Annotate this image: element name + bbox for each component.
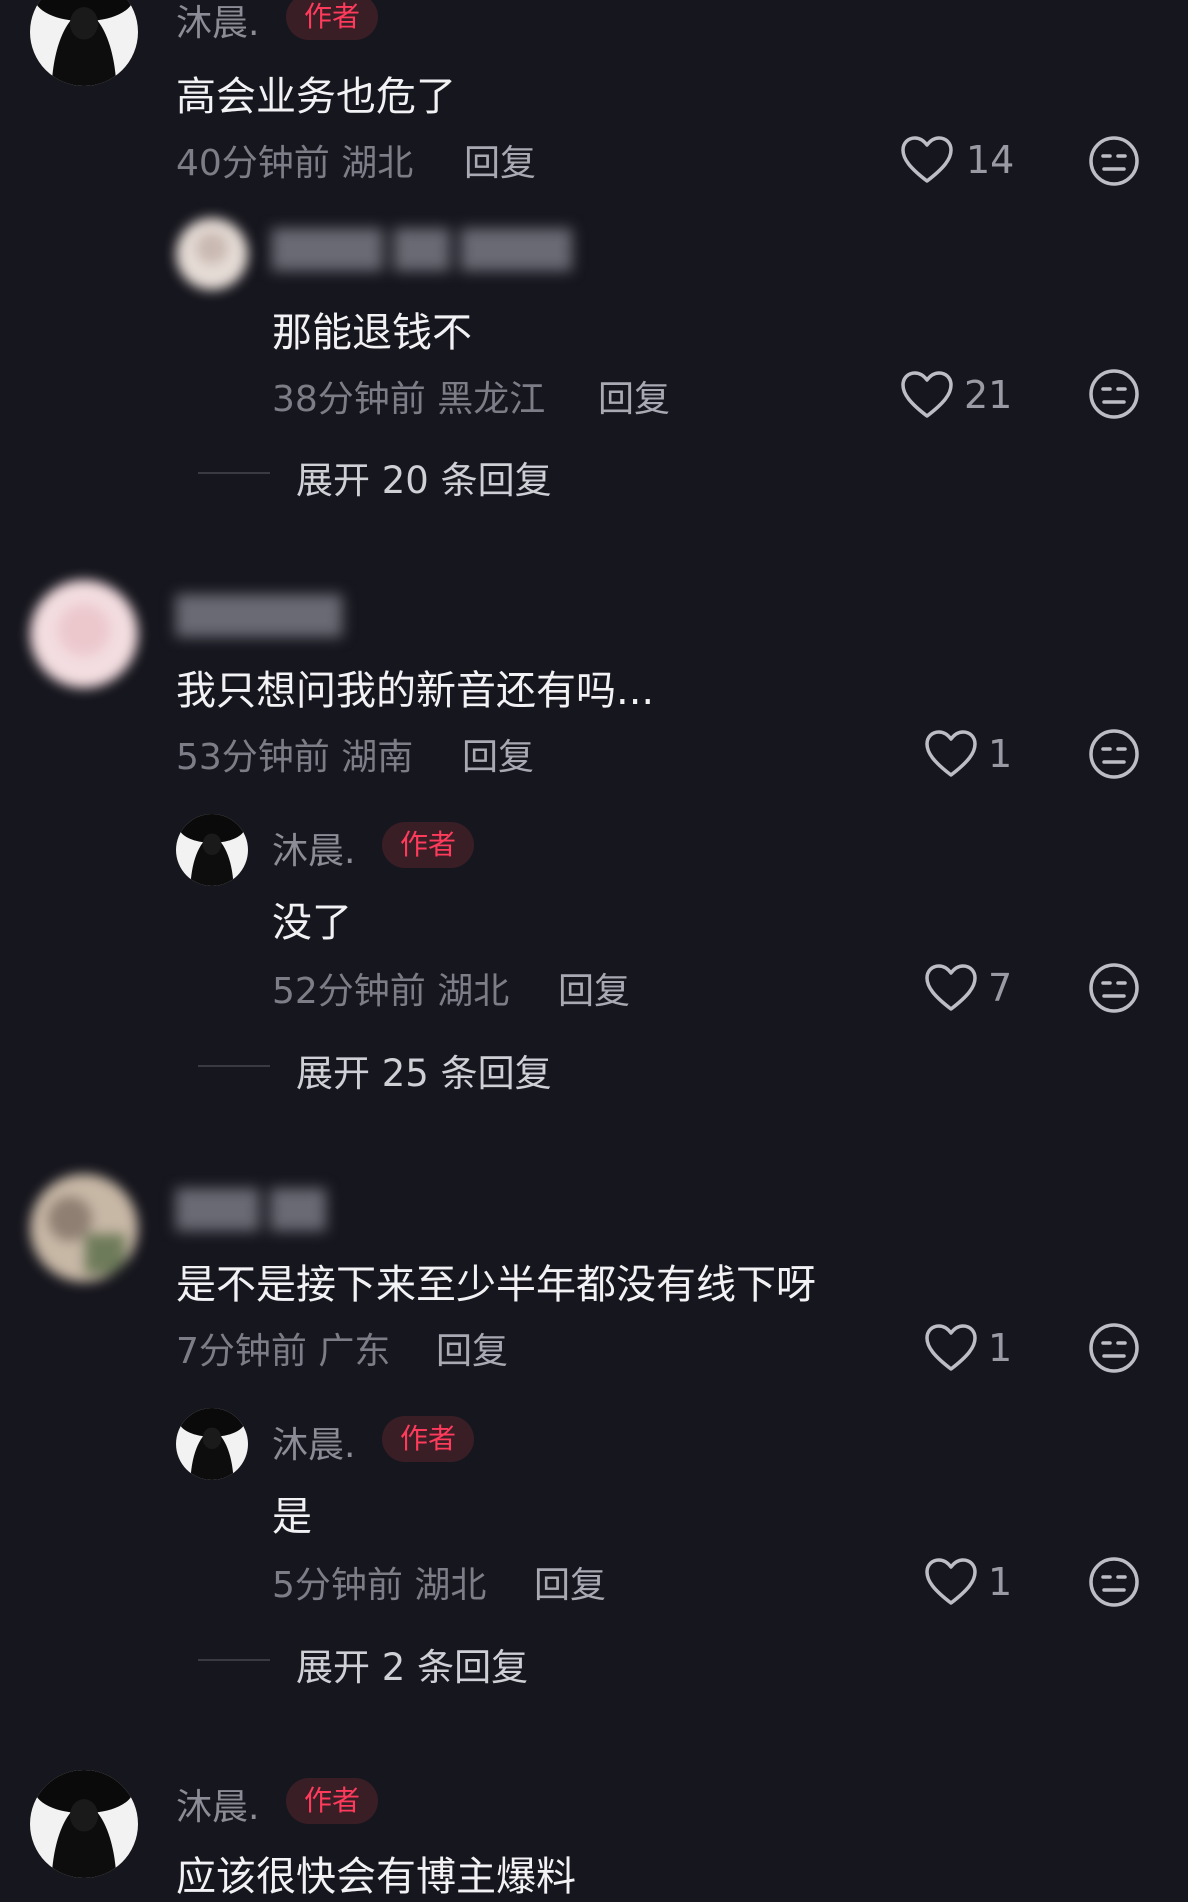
author-badge: 作者 [286,1778,379,1824]
comment-text: 我只想问我的新音还有吗... [176,668,655,714]
blurred-avatar-image [176,218,248,290]
reply-time: 52分钟前 [272,971,426,1012]
neutral-face-icon[interactable] [1087,367,1141,421]
author-avatar[interactable] [30,1770,138,1878]
comment-location: 广东 [318,1331,391,1372]
reply-button[interactable]: 回复 [436,1322,508,1374]
comment-text: 高会业务也危了 [176,74,456,120]
neutral-face-icon[interactable] [1087,961,1141,1015]
author-badge: 作者 [382,822,475,868]
comment-meta: 7分钟前 广东 [176,1322,390,1374]
reply-author-name[interactable]: 沐晨. [272,1416,355,1468]
heart-outline-icon[interactable] [924,1323,978,1373]
expand-divider [198,1065,270,1067]
comment-location: 湖南 [341,737,414,778]
heart-outline-icon[interactable] [924,1557,978,1607]
author-avatar-image [30,0,138,86]
author-badge: 作者 [286,0,379,40]
comment-time: 40分钟前 [176,143,330,184]
reply-author-name-redacted: ████ ██ ████ [272,230,572,271]
reply-avatar[interactable] [176,218,248,290]
expand-divider [198,1659,270,1661]
reply-time: 5分钟前 [272,1565,403,1606]
comment-location: 湖北 [341,143,414,184]
author-badge: 作者 [382,1416,475,1462]
reply-button[interactable]: 回复 [598,370,670,422]
expand-replies-link[interactable]: 展开 25 条回复 [296,1043,552,1097]
blurred-avatar-image [30,1174,138,1282]
author-avatar[interactable] [30,0,138,86]
comment-meta: 53分钟前 湖南 [176,728,413,780]
like-count: 21 [964,373,1013,417]
like-count: 1 [988,1326,1013,1370]
heart-outline-icon[interactable] [900,370,954,420]
heart-outline-icon[interactable] [924,963,978,1013]
author-avatar-image [176,814,248,886]
comment-time: 53分钟前 [176,737,330,778]
reply-location: 湖北 [414,1565,487,1606]
reply-meta: 52分钟前 湖北 [272,962,509,1014]
author-avatar-image [176,1408,248,1480]
expand-replies-link[interactable]: 展开 2 条回复 [296,1637,528,1691]
reply-author-name[interactable]: 沐晨. [272,822,355,874]
comment-time: 7分钟前 [176,1331,307,1372]
reply-text: 是 [272,1494,312,1540]
heart-outline-icon[interactable] [924,729,978,779]
reply-button[interactable]: 回复 [462,728,534,780]
comment-text: 应该很快会有博主爆料 [176,1854,576,1900]
neutral-face-icon[interactable] [1087,134,1141,188]
reply-button[interactable]: 回复 [464,134,536,186]
reply-meta: 5分钟前 湖北 [272,1556,486,1608]
comment-author-name[interactable]: 沐晨. [176,1778,259,1830]
comment-author-name-redacted: ███ ██ [176,1190,326,1231]
expand-replies-link[interactable]: 展开 20 条回复 [296,450,552,504]
like-count: 7 [988,966,1013,1010]
comment-author-name[interactable]: 沐晨. [176,0,259,46]
like-count: 1 [988,1560,1013,1604]
comment-author-name-redacted: ██████ [176,596,343,637]
blurred-avatar-image [30,580,138,688]
comment-avatar[interactable] [30,1174,138,1282]
reply-location: 湖北 [437,971,510,1012]
reply-button[interactable]: 回复 [558,962,630,1014]
like-count: 1 [988,732,1013,776]
neutral-face-icon[interactable] [1087,727,1141,781]
neutral-face-icon[interactable] [1087,1321,1141,1375]
reply-button[interactable]: 回复 [534,1556,606,1608]
reply-time: 38分钟前 [272,379,426,420]
reply-text: 没了 [272,900,352,946]
author-avatar[interactable] [176,1408,248,1480]
expand-divider [198,472,270,474]
reply-text: 那能退钱不 [272,310,472,356]
comment-avatar[interactable] [30,580,138,688]
author-avatar-image [30,1770,138,1878]
neutral-face-icon[interactable] [1087,1555,1141,1609]
like-count: 14 [966,138,1015,182]
comment-text: 是不是接下来至少半年都没有线下呀 [176,1262,816,1308]
heart-outline-icon[interactable] [900,135,954,185]
reply-location: 黑龙江 [437,379,546,420]
reply-meta: 38分钟前 黑龙江 [272,370,545,422]
author-avatar[interactable] [176,814,248,886]
comment-meta: 40分钟前 湖北 [176,134,413,186]
